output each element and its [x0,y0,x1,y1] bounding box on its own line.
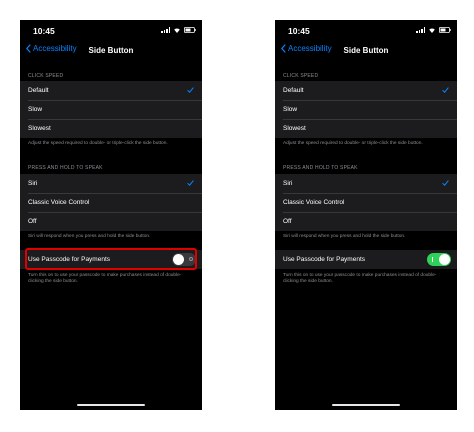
phone-screen-left: 10:45 Accessibility Side Button CLICK SP… [20,20,202,410]
option-slowest[interactable]: Slowest [275,119,457,138]
press-hold-note: Siri will respond when you press and hol… [283,234,406,239]
passcode-toggle[interactable] [427,253,451,266]
option-classic-voice-control[interactable]: Classic Voice Control [20,193,202,212]
passcode-group: Use Passcode for Payments [275,250,457,269]
status-icons [416,27,451,33]
option-label: Siri [283,180,293,187]
toggle-on-marker-icon [432,256,433,262]
passcode-row: Use Passcode for Payments [275,250,457,269]
page-title: Side Button [343,46,389,55]
option-default[interactable]: Default [275,81,457,100]
option-slow[interactable]: Slow [275,100,457,119]
toggle-knob [439,254,450,265]
passcode-note: Turn this on to use your passcode to mak… [283,273,437,284]
option-label: Default [28,87,49,94]
home-indicator[interactable] [332,403,400,406]
option-label: Slow [28,106,43,113]
option-off[interactable]: Off [20,212,202,231]
option-classic-voice-control[interactable]: Classic Voice Control [275,193,457,212]
passcode-note: Turn this on to use your passcode to mak… [28,273,182,284]
toggle-knob [173,254,184,265]
click-speed-note: Adjust the speed required to double- or … [283,141,423,146]
option-siri[interactable]: Siri [20,174,202,193]
passcode-label: Use Passcode for Payments [28,256,111,263]
press-hold-header: PRESS AND HOLD TO SPEAK [283,165,358,171]
option-label: Classic Voice Control [283,199,345,206]
option-label: Classic Voice Control [28,199,90,206]
phone-screen-right: 10:45 Accessibility Side Button CLICK SP… [275,20,457,410]
click-speed-header: CLICK SPEED [283,73,319,79]
click-speed-group: Default Slow Slowest [20,81,202,138]
click-speed-note: Adjust the speed required to double- or … [28,141,168,146]
option-siri[interactable]: Siri [275,174,457,193]
option-default[interactable]: Default [20,81,202,100]
option-label: Slowest [28,125,51,132]
passcode-row: Use Passcode for Payments [20,250,202,269]
checkmark-icon [442,180,449,186]
option-label: Slowest [283,125,306,132]
battery-icon [184,27,196,33]
press-hold-group: Siri Classic Voice Control Off [275,174,457,231]
option-label: Siri [28,180,38,187]
status-time: 10:45 [288,26,310,36]
navigation-bar: Accessibility Side Button [275,42,457,60]
page-title: Side Button [88,46,134,55]
cellular-signal-icon [416,27,425,33]
navigation-bar: Accessibility Side Button [20,42,202,60]
option-off[interactable]: Off [275,212,457,231]
status-time: 10:45 [33,26,55,36]
press-hold-header: PRESS AND HOLD TO SPEAK [28,165,103,171]
home-indicator[interactable] [77,403,145,406]
status-icons [161,27,196,33]
option-slowest[interactable]: Slowest [20,119,202,138]
battery-icon [439,27,451,33]
checkmark-icon [187,87,194,93]
option-label: Off [283,218,292,225]
option-label: Slow [283,106,298,113]
press-hold-group: Siri Classic Voice Control Off [20,174,202,231]
status-bar: 10:45 [275,20,457,44]
cellular-signal-icon [161,27,170,33]
status-bar: 10:45 [20,20,202,44]
wifi-icon [173,27,181,33]
toggle-off-marker-icon [189,256,193,261]
option-label: Default [283,87,304,94]
checkmark-icon [442,87,449,93]
press-hold-note: Siri will respond when you press and hol… [28,234,151,239]
wifi-icon [428,27,436,33]
option-slow[interactable]: Slow [20,100,202,119]
checkmark-icon [187,180,194,186]
click-speed-header: CLICK SPEED [28,73,64,79]
passcode-toggle[interactable] [172,253,196,266]
click-speed-group: Default Slow Slowest [275,81,457,138]
option-label: Off [28,218,37,225]
passcode-group: Use Passcode for Payments [20,250,202,269]
passcode-label: Use Passcode for Payments [283,256,366,263]
